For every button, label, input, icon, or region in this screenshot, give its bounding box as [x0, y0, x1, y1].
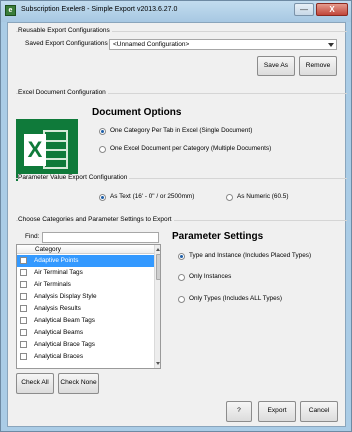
group-title: Choose Categories and Parameter Settings…	[18, 216, 174, 223]
scroll-up-icon[interactable]	[155, 245, 160, 253]
category-label: Air Terminal Tags	[34, 269, 83, 276]
category-checkbox[interactable]	[20, 269, 27, 276]
saved-configs-dropdown[interactable]: <Unnamed Configuration>	[109, 39, 337, 50]
radio-button[interactable]	[178, 296, 185, 303]
export-button[interactable]: Export	[258, 401, 296, 422]
group-title: Reusable Export Configurations	[18, 27, 112, 34]
check-none-button[interactable]: Check None	[58, 373, 99, 394]
excel-grid-line	[43, 149, 68, 151]
reusable-configs-group: Reusable Export Configurations	[16, 27, 347, 34]
radio-label: One Category Per Tab in Excel (Single Do…	[110, 127, 253, 134]
radio-label: One Excel Document per Category (Multipl…	[110, 145, 272, 152]
category-row[interactable]: Air Terminal Tags	[17, 267, 154, 279]
remove-button[interactable]: Remove	[299, 56, 337, 76]
category-checkbox[interactable]	[20, 329, 27, 336]
category-rows: Adaptive Points Air Terminal Tags Air Term…	[17, 255, 154, 363]
category-list[interactable]: Category Adaptive Points Air Terminal Tag…	[16, 244, 161, 369]
category-checkbox[interactable]	[20, 305, 27, 312]
saved-configs-label: Saved Export Configurations	[25, 40, 108, 47]
radio-label: Only Types (Includes ALL Types)	[189, 295, 282, 302]
radio-button[interactable]	[99, 146, 106, 153]
category-checkbox[interactable]	[20, 353, 27, 360]
window-title: Subscription Exeler8 - Simple Export v20…	[21, 6, 178, 13]
radio-button-selected[interactable]	[99, 128, 106, 135]
param-value-group: Parameter Value Export Configuration	[16, 174, 347, 181]
category-checkbox[interactable]	[20, 317, 27, 324]
category-label: Analytical Braces	[34, 353, 84, 360]
category-label: Analysis Display Style	[34, 293, 97, 300]
category-label: Air Terminals	[34, 281, 71, 288]
radio-button[interactable]	[178, 274, 185, 281]
category-label: Analysis Results	[34, 305, 81, 312]
document-options-heading: Document Options	[92, 107, 182, 118]
category-row[interactable]: Analysis Results	[17, 303, 154, 315]
radio-label: As Numeric (60.5)	[237, 193, 289, 200]
dialog-client-area: Reusable Export Configurations Saved Exp…	[7, 22, 347, 427]
category-checkbox[interactable]	[20, 281, 27, 288]
chevron-down-icon	[328, 43, 334, 47]
category-label: Analytical Brace Tags	[34, 341, 95, 348]
category-row[interactable]: Adaptive Points	[17, 255, 154, 267]
category-label: Analytical Beam Tags	[34, 317, 95, 324]
save-as-button[interactable]: Save As	[257, 56, 295, 76]
category-label: Adaptive Points	[34, 257, 79, 264]
scroll-thumb[interactable]	[156, 254, 160, 280]
close-button[interactable]: X	[316, 3, 348, 16]
category-row[interactable]: Analytical Beam Tags	[17, 315, 154, 327]
radio-button[interactable]	[226, 194, 233, 201]
find-input[interactable]	[42, 232, 159, 243]
scroll-down-icon[interactable]	[155, 360, 160, 368]
choose-categories-group: Choose Categories and Parameter Settings…	[16, 216, 347, 223]
find-label: Find:	[25, 233, 40, 240]
excel-grid-line	[43, 140, 68, 142]
list-scrollbar[interactable]	[154, 245, 160, 368]
cancel-button[interactable]: Cancel	[300, 401, 338, 422]
app-window: e Subscription Exeler8 - Simple Export v…	[0, 0, 352, 432]
category-row[interactable]: Analytical Braces	[17, 351, 154, 363]
category-checkbox[interactable]	[20, 257, 27, 264]
excel-config-group: Excel Document Configuration	[16, 89, 347, 96]
category-checkbox[interactable]	[20, 341, 27, 348]
group-title: Excel Document Configuration	[18, 89, 108, 96]
radio-label: Type and Instance (Includes Placed Types…	[189, 252, 312, 259]
category-column-header[interactable]: Category	[17, 245, 154, 254]
minimize-button[interactable]: —	[294, 3, 314, 16]
excel-logo-icon: X	[16, 119, 78, 181]
group-title: Parameter Value Export Configuration	[18, 174, 130, 181]
help-button[interactable]: ?	[226, 401, 252, 422]
saved-configs-value: <Unnamed Configuration>	[113, 41, 190, 48]
column-header-label: Category	[35, 246, 61, 253]
category-checkbox[interactable]	[20, 293, 27, 300]
category-row[interactable]: Analytical Beams	[17, 327, 154, 339]
title-bar[interactable]: e Subscription Exeler8 - Simple Export v…	[1, 1, 351, 22]
excel-grid-line	[43, 158, 68, 160]
category-row[interactable]: Analytical Brace Tags	[17, 339, 154, 351]
category-row[interactable]: Air Terminals	[17, 279, 154, 291]
radio-button-selected[interactable]	[99, 194, 106, 201]
category-row[interactable]: Analysis Display Style	[17, 291, 154, 303]
radio-button-selected[interactable]	[178, 253, 185, 260]
check-all-button[interactable]: Check All	[16, 373, 54, 394]
category-label: Analytical Beams	[34, 329, 84, 336]
radio-label: Only Instances	[189, 273, 232, 280]
app-icon: e	[5, 5, 16, 16]
parameter-settings-heading: Parameter Settings	[172, 231, 264, 242]
excel-x-glyph: X	[24, 134, 46, 166]
radio-label: As Text (16' - 0" / or 2500mm)	[110, 193, 195, 200]
